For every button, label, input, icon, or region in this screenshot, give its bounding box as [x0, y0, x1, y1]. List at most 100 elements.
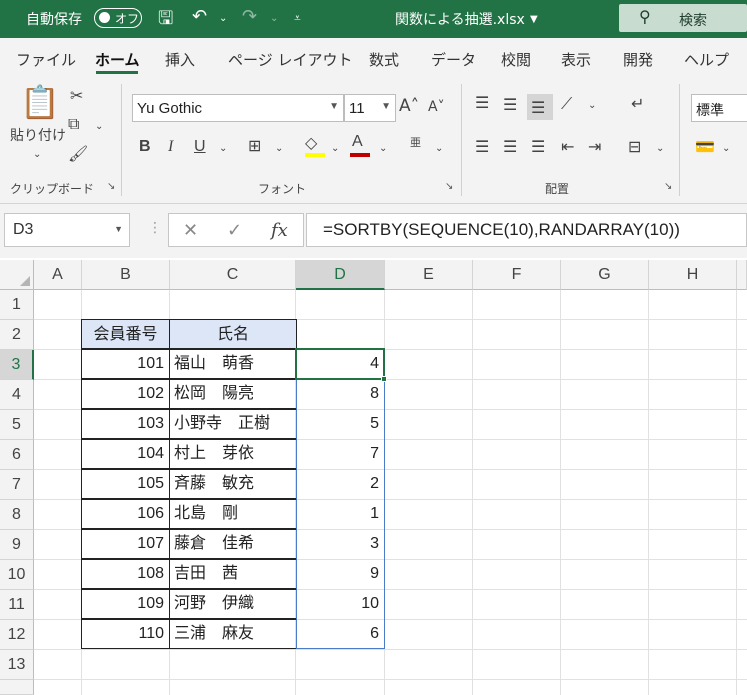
- underline-dropdown-icon[interactable]: ⌄: [219, 144, 227, 154]
- member-id-cell[interactable]: 107: [82, 529, 170, 559]
- member-id-cell[interactable]: 103: [82, 409, 170, 439]
- increase-font-size-icon[interactable]: A˄: [399, 98, 419, 115]
- member-id-cell[interactable]: 106: [82, 499, 170, 529]
- fill-handle[interactable]: [381, 376, 387, 382]
- row-header-2[interactable]: 2: [0, 320, 34, 350]
- select-all-button[interactable]: [0, 260, 34, 290]
- redo-icon[interactable]: ↷: [242, 6, 257, 27]
- orientation-icon[interactable]: ⟋: [561, 96, 572, 112]
- member-name-cell[interactable]: 吉田 茜: [170, 559, 296, 589]
- align-center-icon[interactable]: ☰: [503, 139, 517, 155]
- increase-indent-icon[interactable]: ⇥: [588, 139, 601, 155]
- row-header-5[interactable]: 5: [0, 410, 34, 440]
- tab-page-layout[interactable]: ページ レイアウト: [228, 49, 352, 70]
- align-right-icon[interactable]: ☰: [531, 139, 545, 155]
- column-header-i-partial[interactable]: [737, 260, 747, 290]
- format-painter-icon[interactable]: 🖌: [68, 146, 88, 162]
- row-header-11[interactable]: 11: [0, 590, 34, 620]
- member-name-cell[interactable]: 福山 萌香: [170, 349, 296, 379]
- row-header-1[interactable]: 1: [0, 290, 34, 320]
- member-name-cell[interactable]: 河野 伊織: [170, 589, 296, 619]
- phonetic-guide-icon[interactable]: 亜: [410, 137, 421, 148]
- member-name-cell[interactable]: 北島 剛: [170, 499, 296, 529]
- row-header-14-partial[interactable]: [0, 680, 34, 695]
- tab-insert[interactable]: 挿入: [165, 49, 195, 70]
- column-header-h[interactable]: H: [649, 260, 737, 290]
- fill-color-icon[interactable]: ◇: [305, 135, 317, 151]
- fill-color-dropdown-icon[interactable]: ⌄: [331, 144, 339, 154]
- row-header-7[interactable]: 7: [0, 470, 34, 500]
- row-header-3[interactable]: 3: [0, 350, 34, 380]
- member-id-cell[interactable]: 102: [82, 379, 170, 409]
- border-icon[interactable]: ⊞: [248, 138, 261, 154]
- tab-data[interactable]: データ: [431, 49, 476, 70]
- undo-dropdown-icon[interactable]: ⌄: [219, 13, 227, 24]
- orientation-dropdown-icon[interactable]: ⌄: [588, 101, 596, 111]
- enter-icon[interactable]: ✓: [227, 220, 242, 241]
- align-left-icon[interactable]: ☰: [475, 139, 489, 155]
- redo-dropdown-icon[interactable]: ⌄: [270, 13, 278, 24]
- row-header-6[interactable]: 6: [0, 440, 34, 470]
- member-id-cell[interactable]: 108: [82, 559, 170, 589]
- autosave-toggle[interactable]: オフ: [94, 8, 142, 28]
- paste-icon[interactable]: 📋: [20, 86, 60, 118]
- tab-file[interactable]: ファイル: [16, 49, 76, 70]
- table-header-member-id[interactable]: 会員番号: [81, 319, 170, 349]
- accounting-dropdown-icon[interactable]: ⌄: [722, 144, 730, 154]
- row-header-4[interactable]: 4: [0, 380, 34, 410]
- font-color-icon[interactable]: A: [352, 134, 363, 150]
- cancel-icon[interactable]: ✕: [183, 220, 198, 241]
- row-header-10[interactable]: 10: [0, 560, 34, 590]
- member-name-cell[interactable]: 松岡 陽亮: [170, 379, 296, 409]
- decrease-font-size-icon[interactable]: A˅: [428, 100, 445, 114]
- tab-view[interactable]: 表示: [561, 49, 591, 70]
- align-bottom-icon[interactable]: ☰: [531, 100, 545, 116]
- member-name-cell[interactable]: 藤倉 佳希: [170, 529, 296, 559]
- decrease-indent-icon[interactable]: ⇤: [561, 139, 574, 155]
- tab-developer[interactable]: 開発: [623, 49, 653, 70]
- copy-dropdown-icon[interactable]: ⌄: [95, 122, 103, 132]
- phonetic-dropdown-icon[interactable]: ⌄: [435, 144, 443, 154]
- bold-button[interactable]: B: [139, 139, 151, 155]
- member-name-cell[interactable]: 斉藤 敏充: [170, 469, 296, 499]
- tab-review[interactable]: 校閲: [501, 49, 531, 70]
- filename-dropdown-icon[interactable]: ▼: [530, 14, 538, 25]
- save-icon[interactable]: 🖫: [158, 6, 173, 36]
- tab-formulas[interactable]: 数式: [369, 49, 399, 70]
- column-header-f[interactable]: F: [473, 260, 561, 290]
- paste-dropdown-icon[interactable]: ⌄: [33, 150, 41, 160]
- search-box[interactable]: ⚲ 検索: [619, 4, 747, 32]
- column-header-g[interactable]: G: [561, 260, 649, 290]
- merge-dropdown-icon[interactable]: ⌄: [656, 144, 664, 154]
- accounting-format-icon[interactable]: 💳: [695, 139, 715, 155]
- formula-input[interactable]: =SORTBY(SEQUENCE(10),RANDARRAY(10)): [306, 213, 747, 247]
- copy-icon[interactable]: ⧉: [68, 116, 79, 132]
- insert-function-icon[interactable]: fx: [271, 220, 288, 241]
- row-header-13[interactable]: 13: [0, 650, 34, 680]
- member-id-cell[interactable]: 104: [82, 439, 170, 469]
- column-header-c[interactable]: C: [170, 260, 296, 290]
- clipboard-launcher-icon[interactable]: ↘: [107, 181, 115, 192]
- tab-help[interactable]: ヘルプ: [684, 49, 729, 70]
- alignment-launcher-icon[interactable]: ↘: [664, 181, 672, 192]
- formula-bar-resize-handle[interactable]: ⋮: [148, 220, 162, 236]
- italic-button[interactable]: I: [168, 139, 173, 155]
- merge-center-icon[interactable]: ⊟: [628, 139, 641, 155]
- member-name-cell[interactable]: 三浦 麻友: [170, 619, 296, 649]
- row-header-9[interactable]: 9: [0, 530, 34, 560]
- cut-icon[interactable]: ✂: [70, 88, 83, 104]
- member-id-cell[interactable]: 110: [82, 619, 170, 649]
- font-size-select[interactable]: 11 ▼: [344, 94, 396, 122]
- wrap-text-icon[interactable]: ↵: [631, 96, 644, 112]
- row-header-12[interactable]: 12: [0, 620, 34, 650]
- column-header-a[interactable]: A: [34, 260, 82, 290]
- font-color-dropdown-icon[interactable]: ⌄: [379, 144, 387, 154]
- paste-label[interactable]: 貼り付け: [10, 129, 66, 143]
- column-header-e[interactable]: E: [385, 260, 473, 290]
- column-header-d[interactable]: D: [296, 260, 385, 290]
- column-header-b[interactable]: B: [82, 260, 170, 290]
- border-dropdown-icon[interactable]: ⌄: [275, 144, 283, 154]
- customize-toolbar-icon[interactable]: ⩡: [294, 11, 301, 26]
- tab-home[interactable]: ホーム: [95, 49, 140, 70]
- font-launcher-icon[interactable]: ↘: [445, 181, 453, 192]
